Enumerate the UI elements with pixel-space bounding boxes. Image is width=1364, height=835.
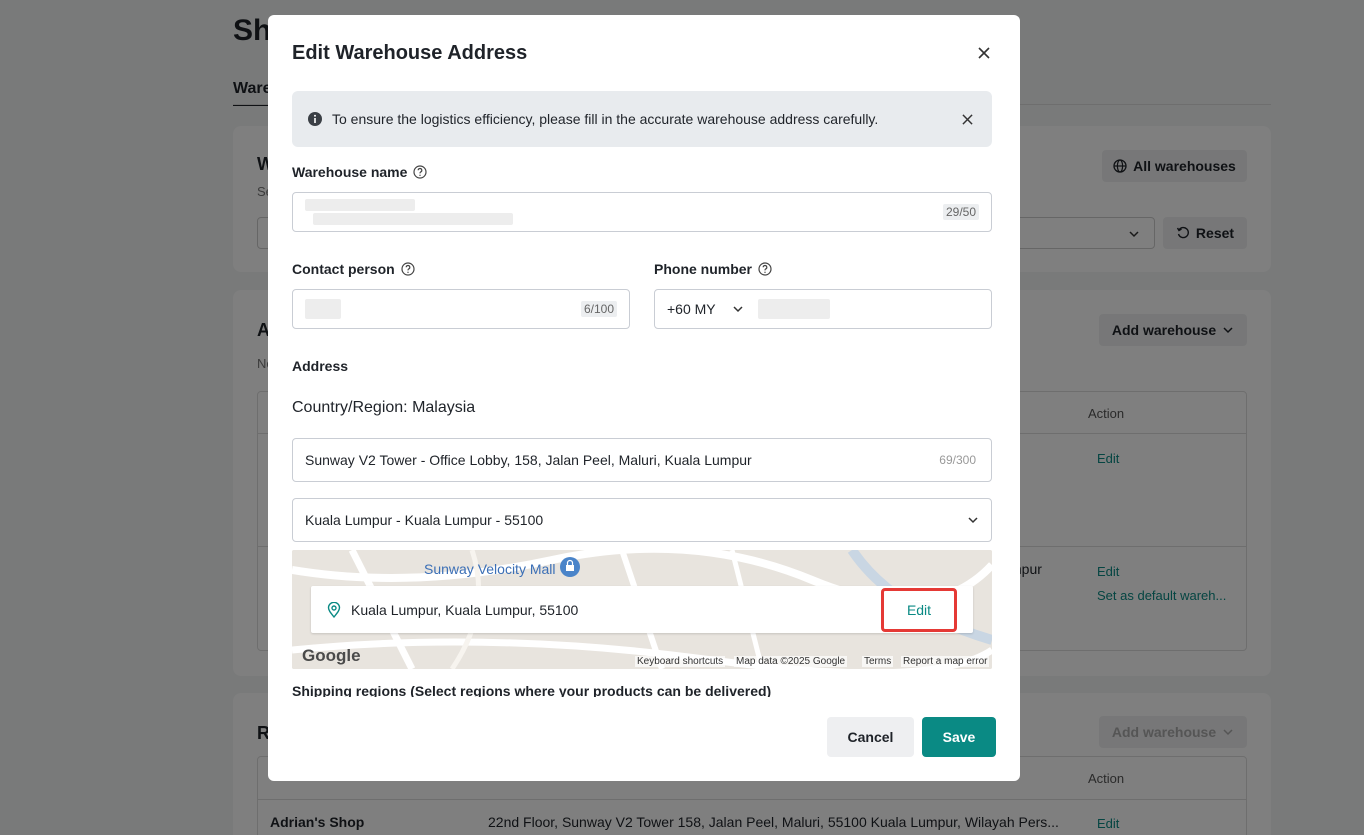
char-counter: 6/100 [580,301,617,317]
address-detail-input[interactable]: Sunway V2 Tower - Office Lobby, 158, Jal… [292,438,992,482]
address-detail-value: Sunway V2 Tower - Office Lobby, 158, Jal… [305,452,752,468]
chevron-down-icon [968,517,978,524]
contact-person-label-text: Contact person [292,261,395,277]
keyboard-shortcuts-link[interactable]: Keyboard shortcuts [635,656,726,667]
help-icon[interactable] [758,262,772,276]
cancel-button[interactable]: Cancel [827,717,914,757]
map-poi-label: Sunway Velocity Mall [424,561,556,577]
save-button[interactable]: Save [922,717,996,757]
country-code-value: +60 MY [667,301,716,317]
notice-text: To ensure the logistics efficiency, plea… [332,111,879,127]
region-value: Kuala Lumpur - Kuala Lumpur - 55100 [305,512,544,528]
redacted-value [757,299,830,319]
pin-address-card: Kuala Lumpur, Kuala Lumpur, 55100 Edit [311,586,973,633]
redacted-value [305,299,341,319]
warehouse-name-label: Warehouse name [292,164,428,180]
contact-person-input[interactable]: 6/100 [292,289,630,329]
address-label-text: Address [292,358,349,374]
shipping-regions-label: Shipping regions (Select regions where y… [292,683,772,697]
close-icon [978,47,990,59]
report-map-error-link[interactable]: Report a map error [901,656,990,667]
info-notice: To ensure the logistics efficiency, plea… [292,91,992,147]
close-icon [961,113,973,125]
country-code-select[interactable]: +60 MY [667,301,744,317]
help-icon[interactable] [413,165,428,179]
redacted-value [305,197,515,227]
edit-location-button[interactable]: Edit [881,587,957,632]
google-logo: Google [302,646,361,665]
modal-title: Edit Warehouse Address [292,42,528,64]
char-counter: 29/50 [942,204,979,220]
map-data-text: Map data ©2025 Google [734,656,848,667]
redaction-block [305,199,415,211]
redaction-block [313,213,513,225]
warehouse-name-label-text: Warehouse name [292,164,408,180]
terms-link[interactable]: Terms [862,656,894,667]
chevron-down-icon [733,306,743,313]
location-pin-icon [327,601,341,618]
pin-address-text: Kuala Lumpur, Kuala Lumpur, 55100 [351,601,579,618]
location-map[interactable]: Sunway Velocity Mall Kuala Lumpur, Kuala… [292,550,992,669]
help-icon[interactable] [401,262,415,276]
notice-close-button[interactable] [958,110,976,128]
contact-person-label: Contact person [292,261,415,277]
address-label: Address [292,358,348,374]
info-icon [308,112,322,126]
edit-warehouse-modal: Edit Warehouse Address To ensure the log… [268,15,1020,781]
warehouse-name-input[interactable]: 29/50 [292,192,992,232]
close-button[interactable] [974,43,994,63]
country-region: Country/Region: Malaysia [292,399,476,416]
char-counter: 69/300 [939,453,976,467]
phone-number-input[interactable]: +60 MY [654,289,992,329]
phone-number-label: Phone number [654,261,772,277]
phone-number-label-text: Phone number [654,261,753,277]
region-select[interactable]: Kuala Lumpur - Kuala Lumpur - 55100 [292,498,992,542]
